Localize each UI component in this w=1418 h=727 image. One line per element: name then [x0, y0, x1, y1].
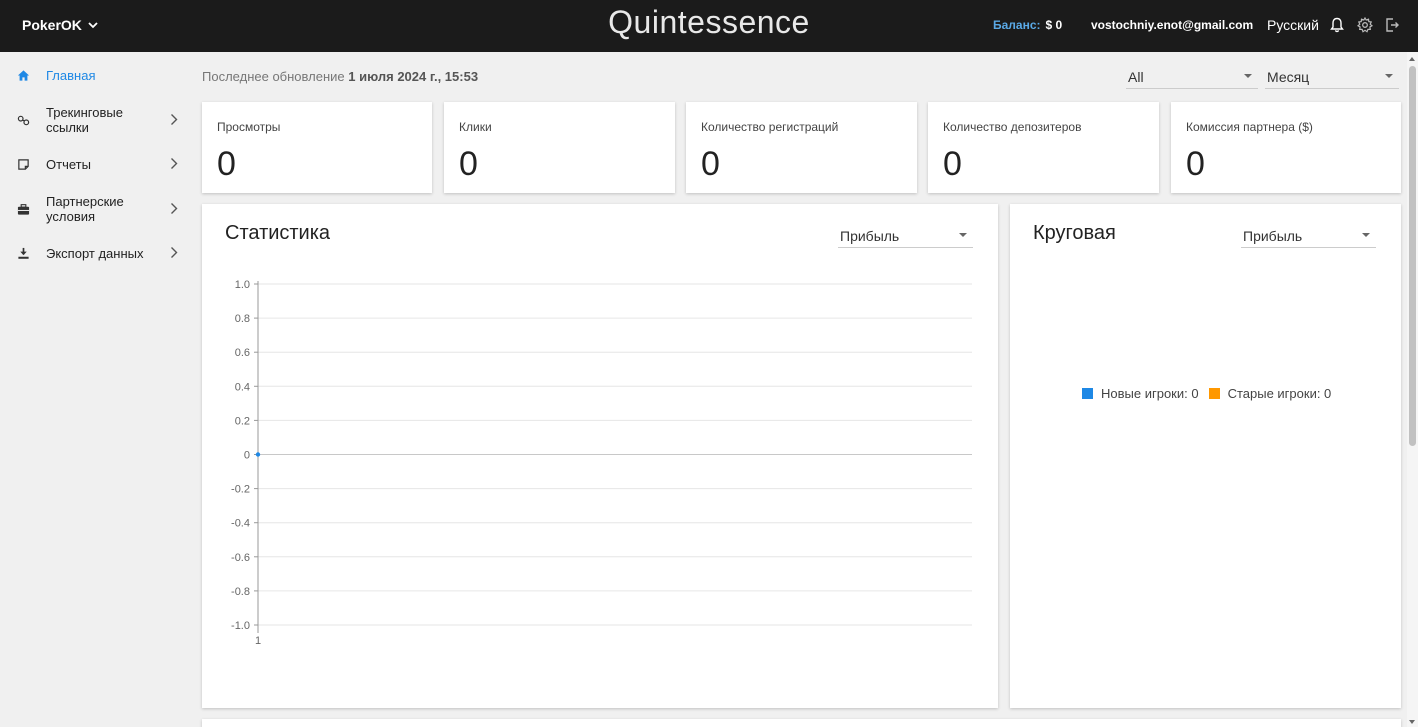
home-icon [16, 68, 30, 82]
scroll-down-arrow-icon[interactable] [1409, 720, 1415, 724]
kpi-card-registrations: Количество регистраций 0 [686, 102, 917, 193]
chevron-down-icon [88, 21, 98, 28]
kpi-label: Клики [459, 120, 492, 134]
sidebar-item-label: Отчеты [46, 156, 91, 172]
legend-item-new-players: Новые игроки: 0 [1082, 386, 1199, 401]
sidebar-item-label: Партнерские условия [46, 194, 124, 224]
kpi-card-commission: Комиссия партнера ($) 0 [1171, 102, 1401, 193]
chevron-right-icon [170, 113, 180, 127]
sidebar-item-label: Главная [46, 67, 96, 83]
brand-label: PokerOK [22, 17, 82, 33]
top-bar: PokerOK Quintessence Баланс: $ 0 vostochn… [0, 0, 1418, 52]
kpi-value: 0 [701, 145, 720, 183]
logout-icon[interactable] [1383, 16, 1401, 34]
sidebar-item-home[interactable]: Главная [0, 67, 190, 83]
balance-value: $ 0 [1045, 18, 1063, 32]
legend-swatch [1082, 388, 1093, 399]
balance: Баланс: $ 0 [993, 18, 1062, 32]
gear-icon[interactable] [1356, 16, 1374, 34]
legend-item-old-players: Старые игроки: 0 [1208, 386, 1332, 401]
legend-label: Старые игроки: 0 [1227, 386, 1332, 401]
pie-metric-value: Прибыль [1243, 228, 1303, 244]
sidebar-item-partner-terms[interactable]: Партнерские условия [0, 193, 190, 225]
page-scrollbar[interactable] [1407, 52, 1418, 727]
kpi-label: Количество депозитеров [943, 120, 1082, 134]
scroll-up-arrow-icon[interactable] [1409, 57, 1415, 61]
kpi-value: 0 [459, 145, 478, 183]
filter-all-select[interactable]: All [1126, 63, 1258, 89]
kpi-card-views: Просмотры 0 [202, 102, 432, 193]
filter-period-value: Месяц [1267, 69, 1310, 85]
kpi-card-depositors: Количество депозитеров 0 [928, 102, 1159, 193]
sidebar-item-reports[interactable]: Отчеты [0, 156, 190, 172]
kpi-value: 0 [217, 145, 236, 183]
dropdown-arrow-icon [1362, 233, 1370, 237]
app-title: Quintessence [608, 4, 810, 40]
last-update-label: Последнее обновление [202, 69, 345, 84]
kpi-label: Просмотры [217, 120, 281, 134]
statistics-metric-value: Прибыль [840, 228, 900, 244]
last-update: Последнее обновление 1 июля 2024 г., 15:… [202, 69, 478, 84]
pie-title: Круговая [1033, 222, 1116, 244]
statistics-title: Статистика [225, 222, 331, 244]
brand-dropdown[interactable]: PokerOK [22, 17, 98, 33]
bottom-panel [202, 719, 1401, 727]
kpi-label: Комиссия партнера ($) [1186, 120, 1313, 134]
legend-swatch [1208, 388, 1220, 399]
briefcase-icon [16, 202, 30, 216]
statistics-panel [202, 204, 998, 708]
chevron-right-icon [170, 157, 180, 171]
report-icon [16, 157, 30, 171]
scroll-thumb[interactable] [1409, 66, 1416, 446]
filter-period-select[interactable]: Месяц [1265, 63, 1399, 89]
pie-panel [1010, 204, 1401, 708]
dropdown-arrow-icon [959, 233, 967, 237]
sidebar-item-label: Экспорт данных [46, 245, 144, 261]
pie-metric-select[interactable]: Прибыль [1241, 222, 1376, 248]
dropdown-arrow-icon [1385, 74, 1393, 78]
kpi-value: 0 [1186, 145, 1205, 183]
chevron-right-icon [170, 246, 180, 260]
statistics-metric-select[interactable]: Прибыль [838, 222, 973, 248]
link-icon [16, 113, 30, 127]
balance-label: Баланс: [993, 18, 1041, 32]
language-selector[interactable]: Русский [1267, 17, 1319, 33]
chevron-right-icon [170, 202, 180, 216]
last-update-value: 1 июля 2024 г., 15:53 [348, 69, 479, 84]
download-icon [16, 246, 30, 260]
dropdown-arrow-icon [1244, 74, 1252, 78]
legend-label: Новые игроки: 0 [1101, 386, 1199, 401]
user-email[interactable]: vostochniy.enot@gmail.com [1091, 18, 1253, 32]
filter-all-value: All [1128, 69, 1144, 85]
sidebar-item-label: Трекинговые ссылки [46, 105, 123, 135]
kpi-card-clicks: Клики 0 [444, 102, 675, 193]
kpi-label: Количество регистраций [701, 120, 839, 134]
sidebar-item-tracking-links[interactable]: Трекинговые ссылки [0, 104, 190, 136]
bell-icon[interactable] [1328, 16, 1346, 34]
kpi-value: 0 [943, 145, 962, 183]
sidebar: Главная Трекинговые ссылки Отчеты Партне… [0, 52, 190, 727]
pie-legend: Новые игроки: 0 Старые игроки: 0 [1082, 386, 1341, 401]
sidebar-item-data-export[interactable]: Экспорт данных [0, 245, 190, 261]
